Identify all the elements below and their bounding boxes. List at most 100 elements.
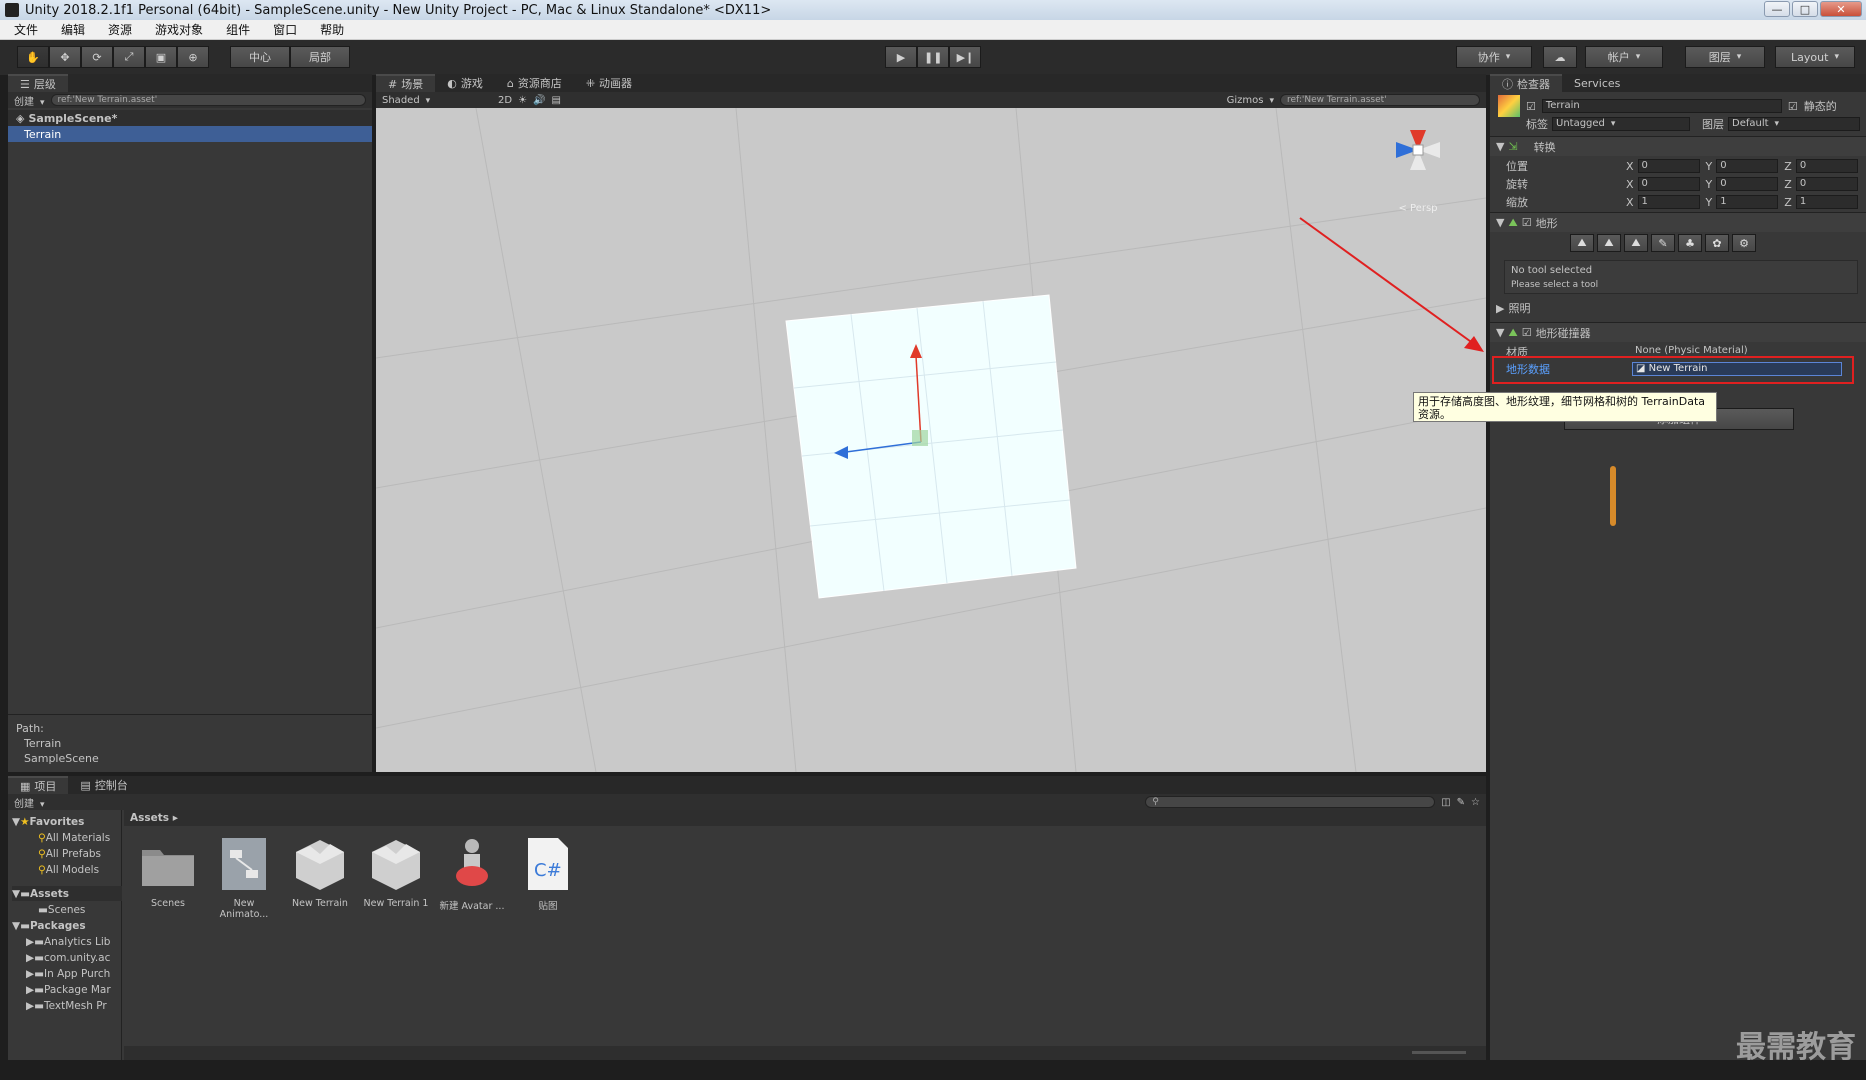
fav-all-models[interactable]: ⚲ All Models bbox=[38, 862, 99, 877]
terrain-collider-header[interactable]: ▼ ⛰ ☑ 地形碰撞器 bbox=[1490, 322, 1866, 342]
rotate-tool-button[interactable]: ⟳ bbox=[81, 46, 113, 68]
menu-assets[interactable]: 资源 bbox=[94, 21, 141, 38]
terrain-enabled-checkbox[interactable]: ☑ bbox=[1522, 216, 1532, 229]
lighting-foldout[interactable]: ▶ 照明 bbox=[1490, 300, 1866, 316]
audio-toggle-icon[interactable]: 🔊 bbox=[533, 95, 545, 106]
asset-item[interactable]: New Animato... bbox=[210, 836, 278, 920]
tab-project[interactable]: ▦ 项目 bbox=[8, 776, 69, 794]
place-trees-button[interactable]: ♣ bbox=[1678, 234, 1702, 252]
tab-scene[interactable]: # 场景 bbox=[376, 74, 436, 92]
scene-gizmo[interactable]: < Persp bbox=[1378, 120, 1458, 216]
paint-details-button[interactable]: ✿ bbox=[1705, 234, 1729, 252]
favorite-star-icon[interactable]: ☆ bbox=[1471, 797, 1480, 808]
terrain-settings-button[interactable]: ⚙ bbox=[1732, 234, 1756, 252]
gizmos-dropdown[interactable]: Gizmos bbox=[1227, 95, 1274, 106]
tab-hierarchy[interactable]: ☰ 层级 bbox=[8, 74, 68, 92]
asset-item[interactable]: C# 贴图 bbox=[514, 836, 582, 912]
effects-toggle-icon[interactable]: ▤ bbox=[551, 95, 560, 106]
tab-animator[interactable]: ⁜ 动画器 bbox=[574, 74, 644, 92]
play-button[interactable]: ▶ bbox=[885, 46, 917, 68]
package-row[interactable]: ▶ ▬ com.unity.ac bbox=[26, 950, 110, 965]
menu-help[interactable]: 帮助 bbox=[306, 21, 353, 38]
maximize-button[interactable]: □ bbox=[1792, 1, 1818, 17]
position-y-field[interactable]: 0 bbox=[1716, 159, 1779, 173]
terrain-data-field[interactable]: ◪ New Terrain bbox=[1632, 362, 1842, 376]
assets-root-row[interactable]: ▼ ▬ Assets bbox=[12, 886, 122, 901]
position-z-field[interactable]: 0 bbox=[1795, 159, 1858, 173]
menu-edit[interactable]: 编辑 bbox=[47, 21, 94, 38]
path-terrain[interactable]: Terrain bbox=[16, 736, 364, 751]
menu-gameobject[interactable]: 游戏对象 bbox=[141, 21, 212, 38]
rotation-y-field[interactable]: 0 bbox=[1716, 177, 1779, 191]
step-button[interactable]: ▶❙ bbox=[949, 46, 982, 68]
persp-label[interactable]: < Persp bbox=[1378, 203, 1458, 214]
collider-enabled-checkbox[interactable]: ☑ bbox=[1522, 326, 1532, 339]
2d-toggle[interactable]: 2D bbox=[498, 95, 512, 106]
smooth-height-button[interactable]: ⛰ bbox=[1624, 234, 1648, 252]
transform-tool-button[interactable]: ⊕ bbox=[177, 46, 209, 68]
package-row[interactable]: ▶ ▬ Package Mar bbox=[26, 982, 111, 997]
menu-file[interactable]: 文件 bbox=[0, 21, 47, 38]
scale-tool-button[interactable]: ⤢ bbox=[113, 46, 145, 68]
pivot-toggle[interactable]: 中心 bbox=[230, 46, 290, 68]
layers-dropdown[interactable]: 图层 bbox=[1685, 46, 1765, 68]
static-checkbox[interactable]: ☑ bbox=[1788, 100, 1798, 113]
rotation-x-field[interactable]: 0 bbox=[1637, 177, 1700, 191]
project-search-input[interactable]: ⚲ bbox=[1145, 796, 1436, 808]
tab-asset-store[interactable]: ⌂ 资源商店 bbox=[495, 74, 574, 92]
scenes-folder-row[interactable]: ▬ Scenes bbox=[38, 902, 85, 917]
asset-item[interactable]: New Terrain bbox=[286, 836, 354, 909]
paint-texture-button[interactable]: ✎ bbox=[1651, 234, 1675, 252]
filter-label-icon[interactable]: ✎ bbox=[1457, 797, 1465, 808]
icon-size-slider[interactable] bbox=[1412, 1051, 1466, 1054]
hand-tool-button[interactable]: ✋ bbox=[17, 46, 49, 68]
breadcrumb-assets[interactable]: Assets bbox=[130, 812, 169, 824]
hierarchy-search-input[interactable]: ref:'New Terrain.asset' bbox=[50, 94, 366, 106]
pause-button[interactable]: ❚❚ bbox=[917, 46, 950, 68]
tag-dropdown[interactable]: Untagged bbox=[1552, 117, 1690, 131]
package-row[interactable]: ▶ ▬ Analytics Lib bbox=[26, 934, 110, 949]
space-toggle[interactable]: 局部 bbox=[290, 46, 350, 68]
hierarchy-item-terrain[interactable]: Terrain bbox=[8, 126, 372, 142]
raise-terrain-button[interactable]: ⛰ bbox=[1570, 234, 1594, 252]
position-x-field[interactable]: 0 bbox=[1637, 159, 1700, 173]
tab-services[interactable]: Services bbox=[1562, 74, 1632, 92]
filter-type-icon[interactable]: ◫ bbox=[1441, 797, 1450, 808]
collab-dropdown[interactable]: 协作 bbox=[1456, 46, 1532, 68]
project-create-dropdown[interactable]: 创建 bbox=[14, 795, 45, 810]
menu-component[interactable]: 组件 bbox=[212, 21, 259, 38]
terrain-component-header[interactable]: ▼ ⛰ ☑ 地形 bbox=[1490, 212, 1866, 232]
rotation-z-field[interactable]: 0 bbox=[1795, 177, 1858, 191]
rect-tool-button[interactable]: ▣ bbox=[145, 46, 177, 68]
layer-dropdown[interactable]: Default bbox=[1728, 117, 1860, 131]
favorites-row[interactable]: ▼ ★ Favorites bbox=[12, 814, 84, 829]
package-row[interactable]: ▶ ▬ TextMesh Pr bbox=[26, 998, 107, 1013]
scroll-indicator[interactable] bbox=[1610, 466, 1616, 526]
hierarchy-create-dropdown[interactable]: 创建 bbox=[14, 93, 45, 108]
asset-item[interactable]: Scenes bbox=[134, 836, 202, 909]
scene-viewport[interactable]: < Persp bbox=[376, 108, 1486, 772]
tab-game[interactable]: ◐ 游戏 bbox=[435, 74, 495, 92]
path-scene[interactable]: SampleScene bbox=[16, 751, 364, 766]
asset-item[interactable]: New Terrain 1 bbox=[362, 836, 430, 909]
menu-window[interactable]: 窗口 bbox=[259, 21, 306, 38]
account-dropdown[interactable]: 帐户 bbox=[1585, 46, 1663, 68]
transform-header[interactable]: ▼ ⇲ 转换 bbox=[1490, 136, 1866, 156]
paint-height-button[interactable]: ⛰ bbox=[1597, 234, 1621, 252]
move-tool-button[interactable]: ✥ bbox=[49, 46, 81, 68]
fav-all-prefabs[interactable]: ⚲ All Prefabs bbox=[38, 846, 101, 861]
scene-search-input[interactable]: ref:'New Terrain.asset' bbox=[1280, 94, 1480, 106]
minimize-button[interactable]: — bbox=[1764, 1, 1790, 17]
tab-inspector[interactable]: ⓘ 检查器 bbox=[1490, 74, 1562, 92]
scale-z-field[interactable]: 1 bbox=[1795, 195, 1858, 209]
scene-row[interactable]: ◈ SampleScene* bbox=[8, 110, 372, 126]
scale-x-field[interactable]: 1 bbox=[1637, 195, 1700, 209]
close-button[interactable]: ✕ bbox=[1820, 1, 1862, 17]
scale-y-field[interactable]: 1 bbox=[1716, 195, 1779, 209]
package-row[interactable]: ▶ ▬ In App Purch bbox=[26, 966, 110, 981]
layout-dropdown[interactable]: Layout bbox=[1775, 46, 1855, 68]
shading-dropdown[interactable]: Shaded bbox=[382, 95, 492, 106]
fav-all-materials[interactable]: ⚲ All Materials bbox=[38, 830, 110, 845]
asset-item[interactable]: 新建 Avatar ... bbox=[438, 836, 506, 912]
packages-root-row[interactable]: ▼ ▬ Packages bbox=[12, 918, 86, 933]
